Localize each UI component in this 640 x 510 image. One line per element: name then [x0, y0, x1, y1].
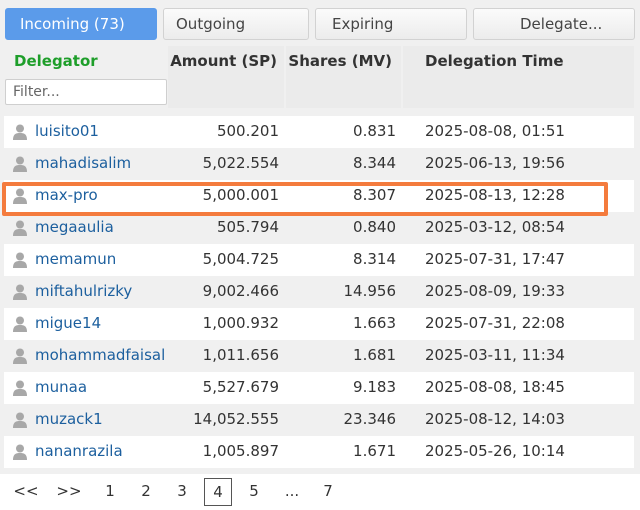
table-row: migue14 1,000.932 1.663 2025-07-31, 22:08 [4, 308, 634, 340]
user-icon [13, 412, 27, 428]
shares-cell: 14.956 [343, 282, 397, 300]
amount-cell: 5,527.679 [202, 378, 279, 396]
amount-cell: 5,004.725 [202, 250, 279, 268]
delegator-name-link[interactable]: mohammadfaisal [35, 346, 165, 364]
user-icon [13, 252, 27, 268]
shares-cell: 1.663 [353, 314, 396, 332]
shares-cell: 23.346 [343, 410, 397, 428]
table-row: muzack1 14,052.555 23.346 2025-08-12, 14:03 [4, 404, 634, 436]
delegation-time-cell: 2025-08-08, 01:51 [425, 122, 565, 140]
delegator-filter-input[interactable] [5, 79, 167, 105]
user-icon [13, 316, 27, 332]
column-header-delegator[interactable]: Delegator [14, 52, 98, 70]
delegation-time-cell: 2025-08-13, 12:28 [425, 186, 565, 204]
pagination-page-3[interactable]: 3 [170, 478, 194, 506]
amount-cell: 5,000.001 [202, 186, 279, 204]
pagination-page-7[interactable]: 7 [316, 478, 340, 506]
shares-cell: 1.671 [353, 442, 396, 460]
pagination: << >> 1 2 3 4 5... 7 [0, 474, 640, 510]
amount-cell: 1,000.932 [202, 314, 279, 332]
pagination-next-button[interactable]: >> [55, 478, 83, 506]
shares-cell: 0.840 [353, 218, 396, 236]
user-icon [13, 220, 27, 236]
delegation-time-cell: 2025-05-26, 10:14 [425, 442, 565, 460]
amount-cell: 505.794 [216, 218, 279, 236]
table-row: nananrazila 1,005.897 1.671 2025-05-26, 10:… [4, 436, 634, 468]
shares-cell: 8.307 [353, 186, 396, 204]
column-header-shares[interactable]: Shares (MV) [288, 52, 392, 70]
tab-incoming[interactable]: Incoming (73) [5, 8, 157, 40]
user-icon [13, 156, 27, 172]
user-icon [13, 444, 27, 460]
delegator-name-link[interactable]: memamun [35, 250, 116, 268]
table-row: max-pro 5,000.001 8.307 2025-08-13, 12:28 [4, 180, 634, 212]
pagination-page-1[interactable]: 1 [98, 478, 122, 506]
delegation-time-cell: 2025-08-08, 18:45 [425, 378, 565, 396]
delegation-time-cell: 2025-08-09, 19:33 [425, 282, 565, 300]
delegator-name-link[interactable]: nananrazila [35, 442, 123, 460]
pagination-page-2[interactable]: 2 [134, 478, 158, 506]
delegator-name-link[interactable]: migue14 [35, 314, 101, 332]
amount-cell: 500.201 [216, 122, 279, 140]
user-icon [13, 284, 27, 300]
table-row: memamun 5,004.725 8.314 2025-07-31, 17:47 [4, 244, 634, 276]
delegator-name-link[interactable]: megaaulia [35, 218, 114, 236]
pagination-page-5[interactable]: 5 [242, 478, 266, 506]
tab-delegate[interactable]: Delegate... [473, 8, 635, 40]
table-row: luisito01 500.201 0.831 2025-08-08, 01:51 [4, 116, 634, 148]
table-row: munaa 5,527.679 9.183 2025-08-08, 18:45 [4, 372, 634, 404]
delegator-name-link[interactable]: munaa [35, 378, 87, 396]
amount-cell: 5,022.554 [202, 154, 279, 172]
shares-cell: 8.344 [353, 154, 396, 172]
tab-delegate-label: Delegate... [520, 15, 603, 33]
tab-outgoing-label: Outgoing [176, 15, 246, 33]
delegator-name-link[interactable]: mahadisalim [35, 154, 131, 172]
tab-incoming-label: Incoming (73) [20, 15, 125, 33]
user-icon [13, 348, 27, 364]
pagination-page-4[interactable]: 4 [204, 478, 232, 506]
table-row: mahadisalim 5,022.554 8.344 2025-06-13, 19:… [4, 148, 634, 180]
shares-cell: 1.681 [353, 346, 396, 364]
delegations-table: Delegator Amount (SP) Shares (MV) Delega… [0, 46, 640, 474]
delegation-time-cell: 2025-08-12, 14:03 [425, 410, 565, 428]
delegator-name-link[interactable]: max-pro [35, 186, 98, 204]
shares-cell: 0.831 [353, 122, 396, 140]
delegation-time-cell: 2025-07-31, 17:47 [425, 250, 565, 268]
table-row: mohammadfaisal 1,011.656 1.681 2025-03-11, … [4, 340, 634, 372]
user-icon [13, 380, 27, 396]
delegator-name-link[interactable]: luisito01 [35, 122, 99, 140]
delegation-time-cell: 2025-03-11, 11:34 [425, 346, 565, 364]
tab-outgoing[interactable]: Outgoing [163, 8, 309, 40]
amount-cell: 9,002.466 [202, 282, 279, 300]
delegation-time-cell: 2025-07-31, 22:08 [425, 314, 565, 332]
delegator-name-link[interactable]: muzack1 [35, 410, 103, 428]
amount-cell: 1,011.656 [202, 346, 279, 364]
delegation-time-cell: 2025-06-13, 19:56 [425, 154, 565, 172]
tab-expiring[interactable]: Expiring [315, 8, 467, 40]
tab-expiring-label: Expiring [332, 15, 394, 33]
pagination-prev-button[interactable]: << [12, 478, 40, 506]
table-row: miftahulrizky 9,002.466 14.956 2025-08-09, … [4, 276, 634, 308]
shares-cell: 9.183 [353, 378, 396, 396]
pagination-ellipsis: ... [284, 482, 300, 500]
amount-cell: 14,052.555 [193, 410, 279, 428]
column-header-delegation-time[interactable]: Delegation Time [425, 52, 564, 70]
delegation-time-cell: 2025-03-12, 08:54 [425, 218, 565, 236]
delegation-tabs: Incoming (73) Outgoing Expiring Delegate… [0, 0, 640, 46]
user-icon [13, 124, 27, 140]
table-row: megaaulia 505.794 0.840 2025-03-12, 08:54 [4, 212, 634, 244]
amount-cell: 1,005.897 [202, 442, 279, 460]
delegator-name-link[interactable]: miftahulrizky [35, 282, 132, 300]
column-header-amount[interactable]: Amount (SP) [170, 52, 277, 70]
user-icon [13, 188, 27, 204]
shares-cell: 8.314 [353, 250, 396, 268]
